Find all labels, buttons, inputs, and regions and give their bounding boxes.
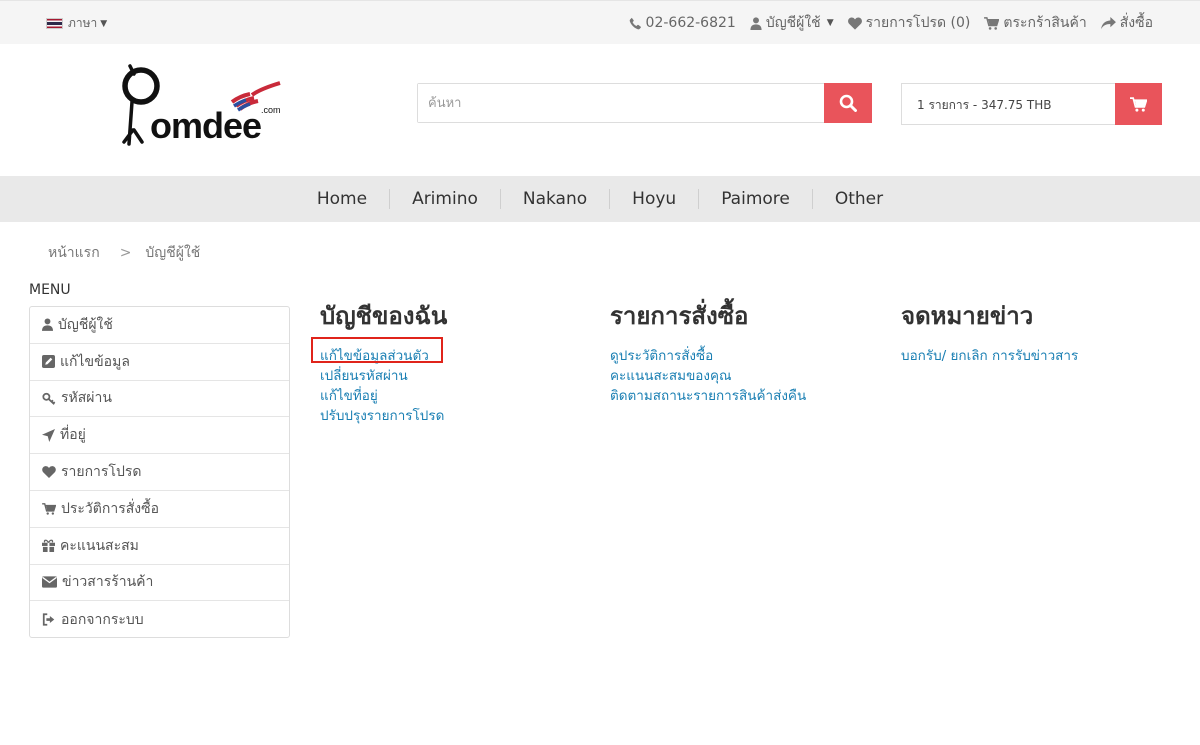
thai-flag-icon <box>46 18 63 29</box>
svg-text:.com: .com <box>261 105 281 115</box>
nav-item-paimore[interactable]: Paimore <box>699 189 812 209</box>
sidebar-item-label: คะแนนสะสม <box>60 537 139 554</box>
wishlist-link[interactable]: รายการโปรด (0) <box>847 12 971 34</box>
chevron-right-icon: > <box>119 245 132 261</box>
breadcrumb: หน้าแรก > บัญชีผู้ใช้ <box>48 242 200 264</box>
edit-personal-info-link[interactable]: แก้ไขข้อมูลส่วนตัว <box>320 346 447 366</box>
change-password-link[interactable]: เปลี่ยนรหัสผ่าน <box>320 366 447 386</box>
phone-link[interactable]: 02-662-6821 <box>629 12 736 34</box>
sidebar-item-label: แก้ไขข้อมูล <box>60 353 130 370</box>
sidebar-item-label: บัญชีผู้ใช้ <box>58 316 113 333</box>
reward-points-link[interactable]: คะแนนสะสมของคุณ <box>610 366 806 386</box>
edit-icon <box>42 355 55 369</box>
envelope-icon <box>42 576 57 589</box>
sign-out-icon <box>42 613 55 626</box>
caret-down-icon: ▼ <box>100 18 108 29</box>
gift-icon <box>42 539 55 553</box>
edit-address-link[interactable]: แก้ไขที่อยู่ <box>320 386 447 406</box>
user-icon <box>42 318 53 332</box>
checkout-link[interactable]: สั่งซื้อ <box>1100 12 1153 34</box>
returns-tracking-link[interactable]: ติดตามสถานะรายการสินค้าส่งคืน <box>610 386 806 406</box>
sidebar-item-label: ออกจากระบบ <box>61 611 144 628</box>
order-history-link[interactable]: ดูประวัติการสั่งซื้อ <box>610 346 806 366</box>
wishlist-label: รายการโปรด (0) <box>865 15 971 31</box>
sidebar-item-newsletter[interactable]: ข่าวสารร้านค้า <box>30 565 289 602</box>
pomdee-logo-icon: .com omdee <box>122 64 281 146</box>
cart-icon <box>984 16 1000 30</box>
phone-icon <box>629 17 641 29</box>
checkout-label: สั่งซื้อ <box>1119 15 1153 31</box>
sidebar-item-reward-points[interactable]: คะแนนสะสม <box>30 528 289 565</box>
cart-icon <box>1130 96 1147 112</box>
main-nav: Home Arimino Nakano Hoyu Paimore Other <box>0 176 1200 222</box>
sidebar-item-wishlist[interactable]: รายการโปรด <box>30 454 289 491</box>
orders-section: รายการสั่งซื้อ ดูประวัติการสั่งซื้อ คะแน… <box>610 298 806 406</box>
cart-button[interactable] <box>1115 83 1162 125</box>
heart-icon <box>42 466 56 479</box>
my-account-heading: บัญชีของฉัน <box>320 302 448 330</box>
search-input[interactable] <box>418 84 824 122</box>
sidebar-item-password[interactable]: รหัสผ่าน <box>30 381 289 418</box>
nav-item-hoyu[interactable]: Hoyu <box>610 189 698 209</box>
sidebar-item-account[interactable]: บัญชีผู้ใช้ <box>30 307 289 344</box>
nav-item-nakano[interactable]: Nakano <box>501 189 609 209</box>
newsletter-section: จดหมายข่าว บอกรับ/ ยกเลิก การรับข่าวสาร <box>901 298 1078 366</box>
sidebar-item-label: รหัสผ่าน <box>61 390 112 407</box>
search-icon <box>839 94 857 112</box>
cart-link[interactable]: ตระกร้าสินค้า <box>984 12 1087 34</box>
language-label: ภาษา <box>68 16 98 30</box>
sidebar-menu: บัญชีผู้ใช้ แก้ไขข้อมูล รหัสผ่าน ที่อยู่… <box>29 306 290 638</box>
key-icon <box>42 392 56 405</box>
newsletter-subscribe-link[interactable]: บอกรับ/ ยกเลิก การรับข่าวสาร <box>901 346 1078 366</box>
my-account-section: บัญชีของฉัน แก้ไขข้อมูลส่วนตัว เปลี่ยนรห… <box>320 298 447 426</box>
top-bar: ภาษา ▼ 02-662-6821 บัญชีผู้ใช้ ▼ รายการโ… <box>0 0 1200 44</box>
sidebar-item-address[interactable]: ที่อยู่ <box>30 417 289 455</box>
nav-item-other[interactable]: Other <box>813 189 905 209</box>
nav-item-arimino[interactable]: Arimino <box>390 189 500 209</box>
breadcrumb-current[interactable]: บัญชีผู้ใช้ <box>145 242 200 264</box>
cart-summary-text: 1 รายการ - 347.75 THB <box>917 98 1052 112</box>
user-icon <box>750 16 762 30</box>
sidebar-title: MENU <box>29 282 71 298</box>
newsletter-heading: จดหมายข่าว <box>901 302 1034 330</box>
sidebar-item-label: ข่าวสารร้านค้า <box>62 574 154 591</box>
heart-icon <box>847 17 862 30</box>
cart-icon <box>42 503 56 515</box>
sidebar-item-order-history[interactable]: ประวัติการสั่งซื้อ <box>30 491 289 528</box>
caret-down-icon: ▼ <box>826 18 834 28</box>
orders-heading: รายการสั่งซื้อ <box>610 302 749 330</box>
sidebar-item-label: รายการโปรด <box>61 464 142 481</box>
svg-text:omdee: omdee <box>150 105 261 146</box>
search-bar <box>417 83 872 123</box>
search-button[interactable] <box>824 83 872 123</box>
update-wishlist-link[interactable]: ปรับปรุงรายการโปรด <box>320 406 447 426</box>
top-links: 02-662-6821 บัญชีผู้ใช้ ▼ รายการโปรด (0)… <box>629 12 1153 34</box>
phone-number: 02-662-6821 <box>645 15 736 31</box>
site-logo[interactable]: .com omdee <box>120 62 285 152</box>
cart-summary[interactable]: 1 รายการ - 347.75 THB <box>901 83 1162 125</box>
language-selector[interactable]: ภาษา ▼ <box>46 14 107 33</box>
nav-item-home[interactable]: Home <box>295 189 389 209</box>
sidebar-item-label: ประวัติการสั่งซื้อ <box>61 500 160 517</box>
share-arrow-icon <box>1100 16 1116 29</box>
location-arrow-icon <box>42 428 55 442</box>
sidebar-item-logout[interactable]: ออกจากระบบ <box>30 601 289 638</box>
sidebar-item-edit-info[interactable]: แก้ไขข้อมูล <box>30 344 289 381</box>
breadcrumb-home[interactable]: หน้าแรก <box>48 242 100 264</box>
account-label: บัญชีผู้ใช้ <box>765 15 821 31</box>
account-dropdown[interactable]: บัญชีผู้ใช้ ▼ <box>750 12 834 34</box>
cart-label: ตระกร้าสินค้า <box>1003 15 1087 31</box>
sidebar-item-label: ที่อยู่ <box>60 427 86 444</box>
